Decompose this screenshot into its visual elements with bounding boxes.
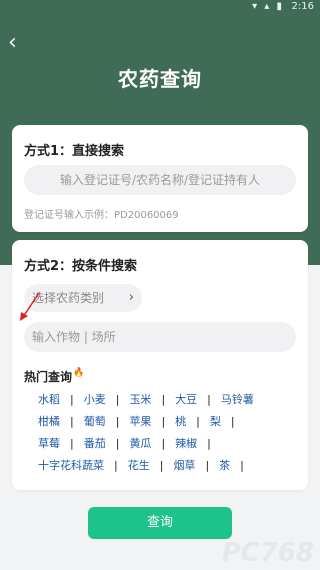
hot-item[interactable]: 黄瓜 <box>129 437 151 450</box>
hot-item[interactable]: 马铃薯 <box>221 393 254 406</box>
separator: | <box>161 437 166 450</box>
condition-search-title: 方式2：按条件搜索 <box>24 259 138 274</box>
hot-item[interactable]: 烟草 <box>173 459 195 472</box>
query-button[interactable]: 查询 <box>88 507 232 539</box>
page-title: 农药查询 <box>118 67 202 91</box>
separator: | <box>161 415 166 428</box>
fire-icon: 🔥 <box>73 368 85 378</box>
hot-row-1: 水稻 | 小麦 | 玉米 | 大豆 | 马铃薯 <box>38 391 254 407</box>
separator: | <box>114 459 118 472</box>
separator: | <box>115 437 120 450</box>
separator: | <box>196 415 200 428</box>
separator: | <box>159 459 164 472</box>
separator: | <box>70 415 74 428</box>
hot-item[interactable]: 十字花科蔬菜 <box>38 459 104 472</box>
separator: | <box>70 437 74 450</box>
direct-search-title: 方式1：直接搜索 <box>24 144 125 159</box>
separator: | <box>70 393 74 406</box>
separator: | <box>205 459 210 472</box>
hot-item[interactable]: 柑橘 <box>38 415 60 428</box>
separator: | <box>207 393 211 406</box>
hot-item[interactable]: 大豆 <box>175 393 197 406</box>
hot-row-2: 柑橘 | 葡萄 | 苹果 | 桃 | 梨 | <box>38 413 245 429</box>
watermark-logo: PC768 <box>221 538 314 568</box>
hot-item[interactable]: 桃 <box>175 415 186 428</box>
hot-item[interactable]: 玉米 <box>129 393 151 406</box>
direct-search-input[interactable]: 输入登记证号/农药名称/登记证持有人 <box>24 165 296 195</box>
hot-item[interactable]: 葡萄 <box>84 415 106 428</box>
hot-query-title: 热门查询🔥 <box>24 368 84 385</box>
hot-row-3: 草莓 | 番茄 | 黄瓜 | 辣椒 | <box>38 435 221 451</box>
hot-item[interactable]: 番茄 <box>84 437 106 450</box>
hot-item[interactable]: 辣椒 <box>175 437 197 450</box>
separator: | <box>230 415 235 428</box>
status-bar: ▾ ▴ ▮ 2:16 <box>0 0 320 14</box>
hot-item[interactable]: 花生 <box>128 459 150 472</box>
hot-item[interactable]: 梨 <box>210 415 221 428</box>
separator: | <box>240 459 244 472</box>
separator: | <box>115 393 120 406</box>
hot-item[interactable]: 水稻 <box>38 393 60 406</box>
hot-item[interactable]: 小麦 <box>84 393 106 406</box>
separator: | <box>207 437 211 450</box>
hot-row-4: 十字花科蔬菜 | 花生 | 烟草 | 茶 | <box>38 457 254 473</box>
separator: | <box>115 415 120 428</box>
crop-site-input[interactable]: 输入作物 | 场所 <box>24 322 296 352</box>
hot-query-label: 热门查询 <box>24 370 73 384</box>
chevron-right-icon: › <box>128 290 134 305</box>
direct-search-card: 方式1：直接搜索 输入登记证号/农药名称/登记证持有人 登记证号输入示例：PD2… <box>12 125 308 232</box>
status-time: 2:16 <box>291 1 314 12</box>
hot-item[interactable]: 草莓 <box>38 437 60 450</box>
status-icons: ▾ ▴ ▮ <box>252 1 284 12</box>
red-arrow-icon <box>20 292 40 321</box>
hot-item[interactable]: 苹果 <box>129 415 151 428</box>
back-icon[interactable]: ‹ <box>8 32 30 54</box>
condition-search-card: 方式2：按条件搜索 选择农药类别 › 输入作物 | 场所 热门查询🔥 水稻 | 小麦… <box>12 240 308 490</box>
hot-item[interactable]: 茶 <box>219 459 230 472</box>
direct-search-hint: 登记证号输入示例：PD20060069 <box>24 210 179 221</box>
separator: | <box>161 393 166 406</box>
